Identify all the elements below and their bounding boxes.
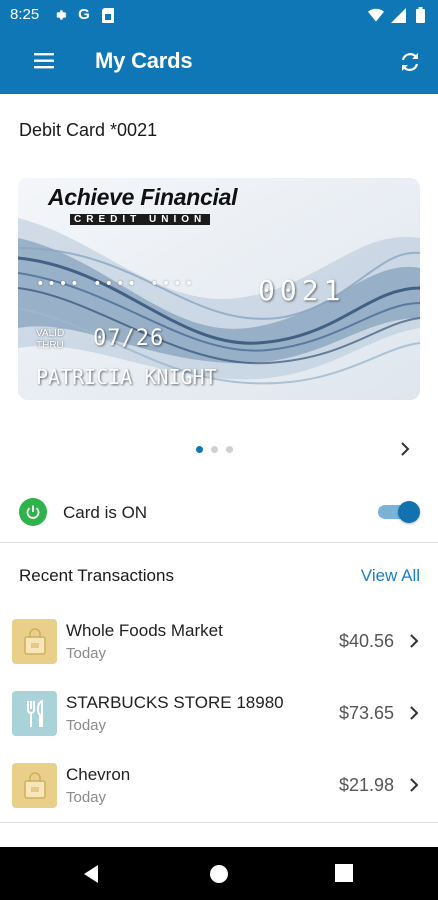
recents-icon	[335, 864, 353, 882]
transaction-amount: $40.56	[338, 631, 394, 651]
menu-button[interactable]	[28, 50, 62, 74]
chevron-right-icon	[410, 778, 419, 792]
recents-button[interactable]	[334, 863, 356, 885]
back-icon	[84, 865, 98, 883]
card-holder-name: PATRICIA KNIGHT	[36, 365, 217, 389]
divider	[0, 822, 438, 823]
refresh-button[interactable]	[396, 48, 424, 76]
status-icons-right	[368, 6, 428, 24]
issuer-subtitle: CREDIT UNION	[70, 214, 211, 225]
google-icon: G	[78, 6, 90, 23]
valid-thru-label: VALID THRU	[36, 328, 64, 352]
power-icon	[19, 498, 47, 526]
chevron-right-icon	[410, 634, 419, 648]
transaction-row[interactable]: STARBUCKS STORE 18980 Today $73.65	[0, 691, 438, 763]
transaction-merchant: Chevron	[66, 765, 131, 784]
toggle-thumb	[398, 501, 420, 523]
pager-dot[interactable]	[226, 446, 233, 453]
gear-icon	[52, 7, 68, 23]
signal-icon	[390, 7, 406, 23]
chevron-right-icon	[410, 706, 419, 720]
card-title: Debit Card *0021	[19, 120, 158, 140]
card-status-row: Card is ON	[0, 490, 438, 540]
wifi-icon	[368, 7, 384, 23]
card-pager	[196, 446, 233, 453]
sim-card-icon	[100, 7, 116, 23]
pager-dot[interactable]	[196, 446, 203, 453]
recent-transactions-heading: Recent Transactions	[19, 566, 174, 585]
divider	[0, 542, 438, 543]
transaction-merchant: STARBUCKS STORE 18980	[66, 693, 284, 712]
system-nav-bar	[0, 847, 438, 900]
card-issuer-logo: Achieve Financial CREDIT UNION	[48, 184, 238, 225]
status-time: 8:25	[10, 6, 40, 23]
chevron-right-icon	[401, 442, 410, 456]
card-last-digits: 0021	[258, 274, 346, 307]
shopping-bag-icon	[12, 619, 57, 664]
pager-dot[interactable]	[211, 446, 218, 453]
card-masked-number: •••• •••• ••••	[36, 276, 197, 292]
transaction-row[interactable]: Chevron Today $21.98	[0, 763, 438, 835]
home-button[interactable]	[208, 863, 230, 885]
app-bar: My Cards	[0, 30, 438, 94]
hamburger-menu-icon	[34, 53, 54, 69]
transaction-amount: $21.98	[338, 775, 394, 795]
transaction-date: Today	[66, 717, 107, 734]
home-icon	[210, 865, 228, 883]
issuer-name: Achieve Financial	[48, 184, 238, 210]
transaction-date: Today	[66, 789, 107, 806]
valid-label-line-2: THRU	[36, 340, 64, 351]
back-button[interactable]	[82, 863, 104, 885]
shopping-bag-icon	[12, 763, 57, 808]
card-expiry: 07/26	[93, 326, 165, 351]
card-on-toggle[interactable]	[376, 500, 420, 524]
status-icons-left: G	[52, 6, 116, 24]
status-bar: 8:25 G	[0, 0, 438, 30]
battery-icon	[412, 7, 428, 23]
debit-card-image[interactable]: Achieve Financial CREDIT UNION •••• ••••…	[18, 178, 420, 400]
next-card-button[interactable]	[396, 440, 414, 458]
divider	[12, 676, 426, 677]
valid-label-line-1: VALID	[36, 328, 65, 339]
fork-knife-icon	[12, 691, 57, 736]
page-title: My Cards	[95, 48, 193, 73]
transaction-row[interactable]: Whole Foods Market Today $40.56	[0, 619, 438, 691]
transaction-date: Today	[66, 645, 107, 662]
transaction-amount: $73.65	[338, 703, 394, 723]
view-all-link[interactable]: View All	[361, 566, 420, 586]
refresh-icon	[401, 53, 419, 71]
transaction-merchant: Whole Foods Market	[66, 621, 223, 640]
card-status-label: Card is ON	[63, 503, 148, 522]
